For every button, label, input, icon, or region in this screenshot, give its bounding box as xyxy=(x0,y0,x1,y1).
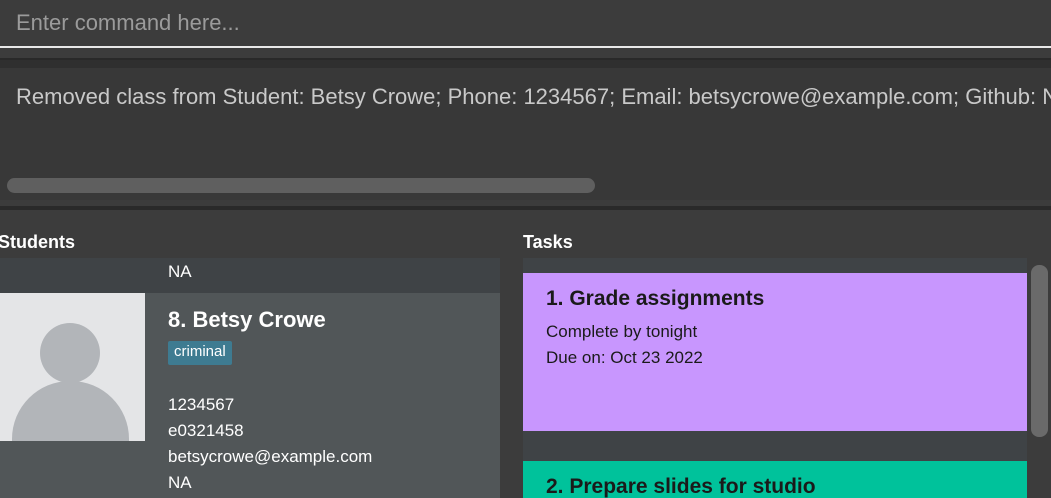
student-tag: criminal xyxy=(168,341,232,365)
result-horizontal-scrollbar[interactable] xyxy=(7,178,595,193)
task-card[interactable]: 2. Prepare slides for studio xyxy=(523,461,1027,498)
person-icon-head xyxy=(40,323,100,383)
student-card[interactable]: NA xyxy=(0,258,500,293)
student-card[interactable]: 8. Betsy Crowe criminal 1234567 e0321458… xyxy=(0,293,500,498)
task-description: Complete by tonight xyxy=(546,322,698,341)
student-github: NA xyxy=(168,473,192,492)
task-card[interactable]: 1. Grade assignments Complete by tonight… xyxy=(523,273,1027,431)
task-title: 2. Prepare slides for studio xyxy=(546,475,816,498)
task-title: 1. Grade assignments xyxy=(546,287,765,310)
task-due-date: Due on: Oct 23 2022 xyxy=(546,348,703,367)
student-name: 8. Betsy Crowe xyxy=(168,307,326,332)
avatar xyxy=(0,293,145,441)
students-panel-title: Students xyxy=(0,232,76,252)
result-text: Removed class from Student: Betsy Crowe;… xyxy=(16,84,1051,109)
tasks-scrollbar-thumb[interactable] xyxy=(1031,265,1048,437)
tasks-list[interactable]: 1. Grade assignments Complete by tonight… xyxy=(523,258,1027,498)
app-window: Removed class from Student: Betsy Crowe;… xyxy=(0,0,1051,498)
command-underline xyxy=(0,46,1051,48)
student-email: betsycrowe@example.com xyxy=(168,447,373,466)
command-input[interactable] xyxy=(0,0,1051,46)
command-box xyxy=(0,0,1051,48)
panel-divider xyxy=(0,206,1051,210)
student-github: NA xyxy=(168,262,192,281)
tasks-panel-title: Tasks xyxy=(523,232,573,252)
student-id: e0321458 xyxy=(168,421,244,440)
student-phone: 1234567 xyxy=(168,395,235,414)
